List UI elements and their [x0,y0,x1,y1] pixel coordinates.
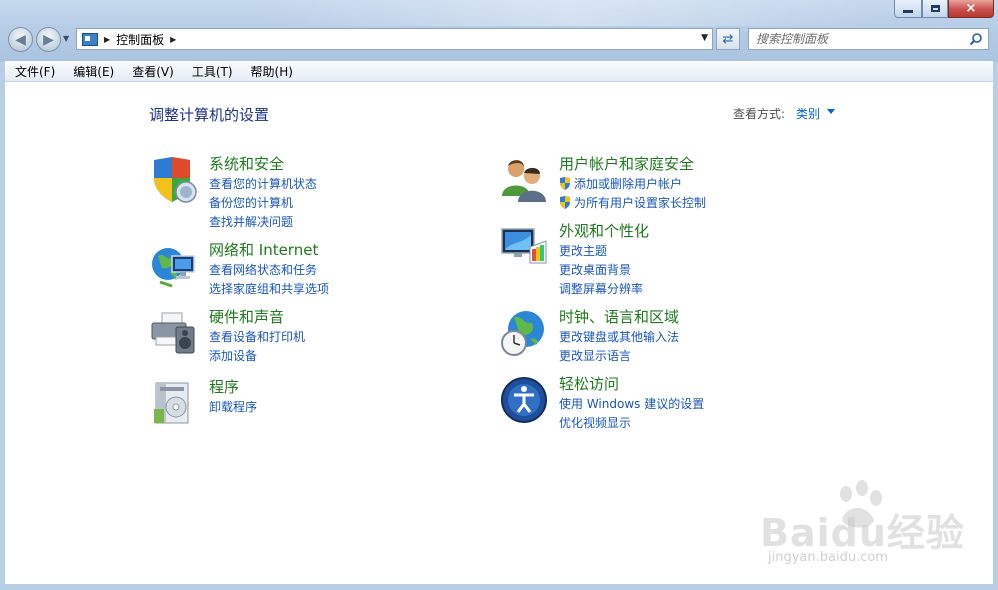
menu-tools[interactable]: 工具(T) [182,63,241,80]
minimize-button[interactable] [894,0,922,18]
baidu-watermark: Baidu经验 jingyan.baidu.com [760,480,964,576]
maximize-icon [930,5,940,12]
breadcrumb-separator-icon[interactable]: ▶ [170,35,176,44]
category-title[interactable]: 时钟、语言和区域 [559,306,679,327]
search-box[interactable] [748,28,989,50]
link-change-display-language[interactable]: 更改显示语言 [559,347,631,364]
link-homegroup-sharing[interactable]: 选择家庭组和共享选项 [209,280,329,297]
category-title[interactable]: 网络和 Internet [209,239,318,260]
window-border-bottom [0,584,998,590]
uac-shield-icon [560,196,570,209]
link-change-theme[interactable]: 更改主题 [559,242,607,259]
search-input[interactable] [754,31,958,47]
category-title[interactable]: 程序 [209,376,239,397]
link-uninstall-program[interactable]: 卸载程序 [209,398,257,415]
view-by-dropdown[interactable]: 类别 [796,105,820,122]
watermark-url: jingyan.baidu.com [768,550,888,565]
watermark-text: Baidu经验 [760,511,965,555]
programs-icon[interactable] [150,379,198,427]
category-title[interactable]: 系统和安全 [209,153,284,174]
control-panel-icon [82,32,98,46]
address-bar[interactable]: ▶ 控制面板 ▶ ▼ [76,28,713,50]
back-button[interactable]: ◀ [8,27,33,52]
page-title: 调整计算机的设置 [149,106,270,124]
category-title[interactable]: 用户帐户和家庭安全 [559,153,694,174]
ease-of-access-icon[interactable] [500,376,548,424]
menu-view[interactable]: 查看(V) [122,63,182,80]
back-arrow-icon: ◀ [15,31,26,48]
link-add-remove-users[interactable]: 添加或删除用户帐户 [559,175,682,192]
minimize-icon [903,10,913,13]
refresh-button[interactable]: ⇄ [716,28,740,50]
forward-arrow-icon: ▶ [43,31,54,48]
link-change-desktop-background[interactable]: 更改桌面背景 [559,261,631,278]
link-backup-computer[interactable]: 备份您的计算机 [209,194,293,211]
recent-pages-dropdown[interactable]: ▼ [63,34,69,43]
search-icon[interactable] [969,32,983,46]
menu-file[interactable]: 文件(F) [5,63,63,80]
link-text[interactable]: 为所有用户设置家长控制 [574,196,706,210]
link-find-fix-problems[interactable]: 查找并解决问题 [209,213,293,230]
category-title[interactable]: 轻松访问 [559,373,619,394]
menu-edit[interactable]: 编辑(E) [63,63,122,80]
forward-button[interactable]: ▶ [36,27,61,52]
address-history-dropdown-icon[interactable]: ▼ [701,33,708,43]
category-title[interactable]: 外观和个性化 [559,220,649,241]
category-title[interactable]: 硬件和声音 [209,306,284,327]
link-optimize-video-display[interactable]: 优化视频显示 [559,414,631,431]
link-view-network-status[interactable]: 查看网络状态和任务 [209,261,317,278]
link-add-device[interactable]: 添加设备 [209,347,257,364]
users-icon[interactable] [500,156,548,204]
window-border-right [993,62,998,590]
view-by-label: 查看方式: [733,107,786,121]
close-icon: × [965,1,977,16]
link-change-keyboard-input[interactable]: 更改键盘或其他输入法 [559,328,679,345]
breadcrumb-separator-icon[interactable]: ▶ [104,35,110,44]
link-parental-controls[interactable]: 为所有用户设置家长控制 [559,194,706,211]
link-devices-printers[interactable]: 查看设备和打印机 [209,328,305,345]
window-controls: × [894,0,994,18]
view-by-caret-icon[interactable] [827,109,835,114]
maximize-button[interactable] [922,0,948,18]
printer-speaker-icon[interactable] [150,309,198,357]
globe-clock-icon[interactable] [500,309,548,357]
shield-computer-icon[interactable] [150,156,198,204]
menu-bar: 文件(F) 编辑(E) 查看(V) 工具(T) 帮助(H) [5,61,993,82]
close-button[interactable]: × [948,0,994,18]
link-use-recommended-settings[interactable]: 使用 Windows 建议的设置 [559,395,704,412]
breadcrumb-control-panel[interactable]: 控制面板 [116,31,164,48]
link-adjust-resolution[interactable]: 调整屏幕分辨率 [559,280,643,297]
refresh-icon: ⇄ [722,31,734,47]
network-globe-icon[interactable] [150,242,198,290]
link-view-computer-status[interactable]: 查看您的计算机状态 [209,175,317,192]
link-text[interactable]: 添加或删除用户帐户 [574,177,682,191]
uac-shield-icon [560,177,570,190]
menu-help[interactable]: 帮助(H) [241,63,301,80]
monitor-palette-icon[interactable] [500,223,548,271]
